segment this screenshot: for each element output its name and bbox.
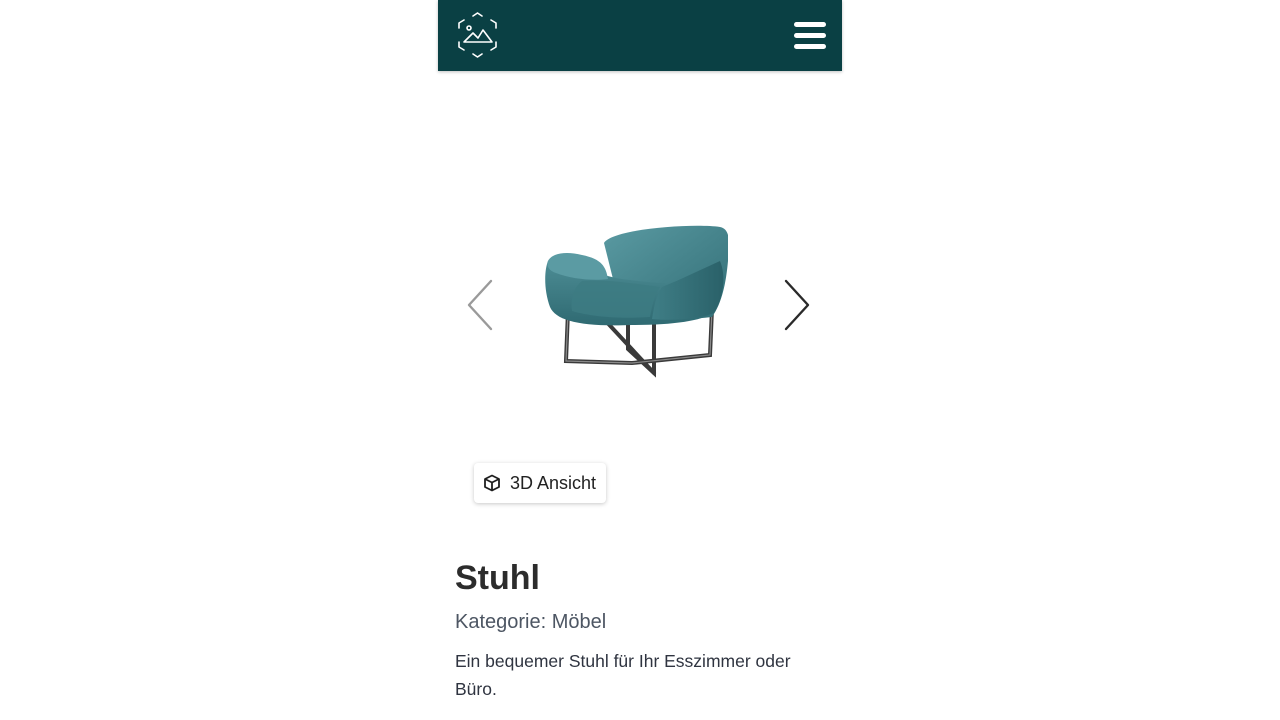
top-bar (438, 0, 842, 71)
product-viewer: 3D Ansicht (438, 71, 842, 531)
product-title: Stuhl (455, 559, 540, 597)
hamburger-menu-icon[interactable] (794, 22, 826, 49)
view-3d-label: 3D Ansicht (510, 472, 597, 493)
product-category: Kategorie: Möbel (455, 611, 607, 633)
ar-scan-mountain-icon[interactable] (455, 11, 500, 59)
product-image[interactable] (542, 221, 728, 381)
cube-icon (484, 474, 500, 492)
product-description: Ein bequemer Stuhl für Ihr Esszimmer ode… (455, 651, 791, 699)
chevron-left-icon[interactable] (464, 277, 498, 333)
view-3d-button[interactable]: 3D Ansicht (474, 463, 607, 503)
app-frame: 3D Ansicht Stuhl Kategorie: Möbel Ein be… (438, 0, 842, 720)
chevron-right-icon[interactable] (779, 277, 813, 333)
